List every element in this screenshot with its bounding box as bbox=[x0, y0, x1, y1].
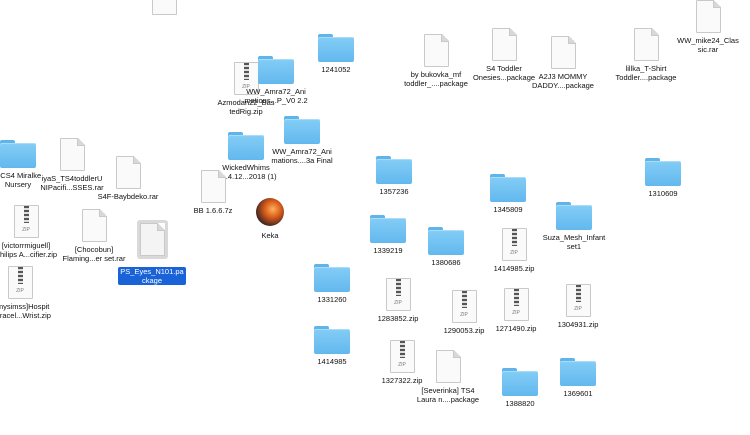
doc-item[interactable]: PS_Eyes_N101.pa ckage bbox=[110, 220, 194, 288]
folder-item[interactable]: 1310609 bbox=[621, 158, 705, 198]
document-icon[interactable] bbox=[423, 34, 449, 67]
zip-archive-icon[interactable]: ZIP bbox=[501, 228, 527, 261]
item-label: lillka_T-Shirt Toddler....package bbox=[615, 64, 677, 82]
keka-app-icon[interactable] bbox=[254, 196, 286, 228]
item-label: 1357236 bbox=[379, 187, 409, 196]
doc-item[interactable]: A2J3 MOMMY DADDY....package bbox=[521, 36, 605, 90]
folder-icon[interactable] bbox=[318, 34, 354, 62]
folder-item[interactable]: WW_Amra72_Ani mations...P_V0 2.2 bbox=[234, 56, 318, 105]
item-label: Suza_Mesh_Infant set1 bbox=[542, 233, 606, 251]
zip-archive-icon[interactable]: ZIP bbox=[385, 278, 411, 311]
document-icon[interactable] bbox=[200, 170, 226, 203]
item-label: PS_Eyes_N101.pa ckage bbox=[118, 267, 186, 285]
finder-desktop: WW_mike24_Clas sic.rar 1241052 by bukovka_… bbox=[0, 0, 750, 435]
folder-icon[interactable] bbox=[370, 215, 406, 243]
document-icon[interactable] bbox=[59, 138, 85, 171]
zip-item[interactable]: ZIP [emysimss]Hospit alBracel...Wrist.zip bbox=[0, 266, 62, 320]
item-label: A2J3 MOMMY DADDY....package bbox=[532, 72, 594, 90]
folder-icon[interactable] bbox=[314, 326, 350, 354]
folder-icon[interactable] bbox=[560, 358, 596, 386]
folder-icon[interactable] bbox=[228, 132, 264, 160]
folder-item[interactable]: 1369601 bbox=[536, 358, 620, 398]
document-icon[interactable] bbox=[633, 28, 659, 61]
item-label: [emysimss]Hospit alBracel...Wrist.zip bbox=[0, 302, 51, 320]
item-label: WW_Amra72_Ani mations...P_V0 2.2 bbox=[244, 87, 308, 105]
zip-archive-icon[interactable]: ZIP bbox=[7, 266, 33, 299]
folder-icon[interactable] bbox=[376, 156, 412, 184]
document-icon[interactable] bbox=[139, 223, 165, 256]
item-label: Keka bbox=[261, 231, 279, 240]
document-icon[interactable] bbox=[81, 209, 107, 242]
item-label: 1369601 bbox=[563, 389, 593, 398]
folder-item[interactable]: Suza_Mesh_Infant set1 bbox=[532, 202, 616, 251]
folder-icon[interactable] bbox=[490, 174, 526, 202]
item-label: 1388820 bbox=[505, 399, 535, 408]
document-icon[interactable] bbox=[491, 28, 517, 61]
document-icon[interactable] bbox=[695, 0, 721, 33]
folder-icon[interactable] bbox=[258, 56, 294, 84]
document-icon[interactable] bbox=[151, 0, 177, 15]
item-label: S4F-Baybdeko.rar bbox=[97, 192, 159, 201]
doc-item[interactable]: S4F-Baybdeko.rar bbox=[86, 156, 170, 201]
folder-icon[interactable] bbox=[645, 158, 681, 186]
document-icon[interactable] bbox=[550, 36, 576, 69]
zip-archive-icon[interactable]: ZIP bbox=[451, 290, 477, 323]
item-label: 1304931.zip bbox=[557, 320, 599, 329]
zip-archive-icon[interactable]: ZIP bbox=[565, 284, 591, 317]
app-item[interactable]: Keka bbox=[228, 196, 312, 240]
folder-icon[interactable] bbox=[428, 227, 464, 255]
doc-item[interactable] bbox=[122, 0, 206, 18]
item-label: 1310609 bbox=[648, 189, 678, 198]
zip-archive-icon[interactable]: ZIP bbox=[503, 288, 529, 321]
folder-item[interactable]: 1357236 bbox=[352, 156, 436, 196]
zip-item[interactable]: ZIP 1304931.zip bbox=[536, 284, 620, 329]
zip-archive-icon[interactable]: ZIP bbox=[13, 205, 39, 238]
document-icon[interactable] bbox=[115, 156, 141, 189]
folder-icon[interactable] bbox=[556, 202, 592, 230]
document-icon[interactable] bbox=[435, 350, 461, 383]
item-label: 1414985.zip bbox=[493, 264, 535, 273]
doc-item[interactable]: lillka_T-Shirt Toddler....package bbox=[604, 28, 688, 82]
folder-icon[interactable] bbox=[284, 116, 320, 144]
folder-icon[interactable] bbox=[502, 368, 538, 396]
folder-icon[interactable] bbox=[314, 264, 350, 292]
